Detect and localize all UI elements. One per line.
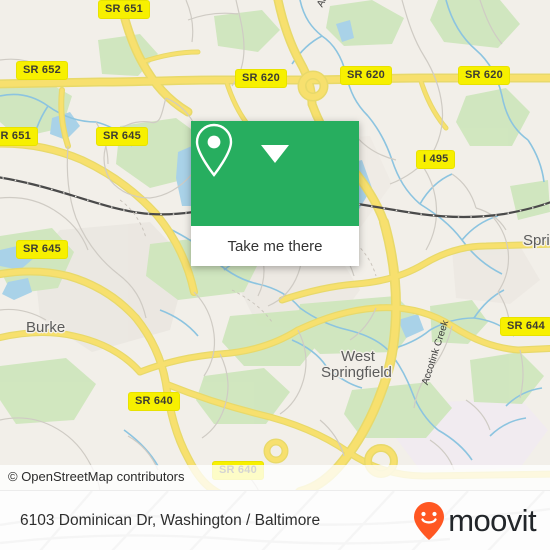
road-shield: SR 651 bbox=[0, 127, 38, 146]
location-popup-card[interactable]: Take me there bbox=[191, 121, 359, 266]
road-shield: SR 644 bbox=[500, 317, 550, 336]
place-label-springfield: Springfield bbox=[321, 364, 392, 381]
road-shield: SR 645 bbox=[16, 240, 68, 259]
moovit-smiley-pin-icon bbox=[414, 501, 445, 540]
road-shield: SR 620 bbox=[235, 69, 287, 88]
map-pin-icon bbox=[195, 123, 233, 177]
map-canvas[interactable]: SR 651 SR 652 SR 651 SR 645 SR 620 SR 62… bbox=[0, 0, 550, 490]
moovit-map-screenshot: SR 651 SR 652 SR 651 SR 645 SR 620 SR 62… bbox=[0, 0, 550, 550]
road-shield: I 495 bbox=[416, 150, 456, 169]
road-shield: SR 620 bbox=[340, 66, 392, 85]
map-attribution[interactable]: © OpenStreetMap contributors bbox=[0, 465, 550, 490]
place-label-springfield-edge: Sprin bbox=[523, 232, 550, 249]
popup-card-marker-area bbox=[191, 121, 359, 226]
road-shield: SR 620 bbox=[458, 66, 510, 85]
take-me-there-button[interactable]: Take me there bbox=[191, 226, 359, 266]
place-label-west: West bbox=[341, 348, 375, 365]
moovit-wordmark: moovit bbox=[448, 503, 536, 538]
take-me-there-label: Take me there bbox=[227, 237, 323, 255]
road-shield: SR 640 bbox=[128, 392, 180, 411]
road-shield: SR 645 bbox=[96, 127, 148, 146]
place-label-burke: Burke bbox=[26, 319, 66, 336]
road-shield: SR 651 bbox=[98, 0, 150, 19]
footer-bar: 6103 Dominican Dr, Washington / Baltimor… bbox=[0, 490, 550, 550]
popup-card-pointer bbox=[261, 145, 289, 163]
location-title: 6103 Dominican Dr, Washington / Baltimor… bbox=[20, 511, 321, 529]
road-shield: SR 652 bbox=[16, 61, 68, 80]
moovit-brand[interactable]: moovit bbox=[412, 501, 537, 541]
